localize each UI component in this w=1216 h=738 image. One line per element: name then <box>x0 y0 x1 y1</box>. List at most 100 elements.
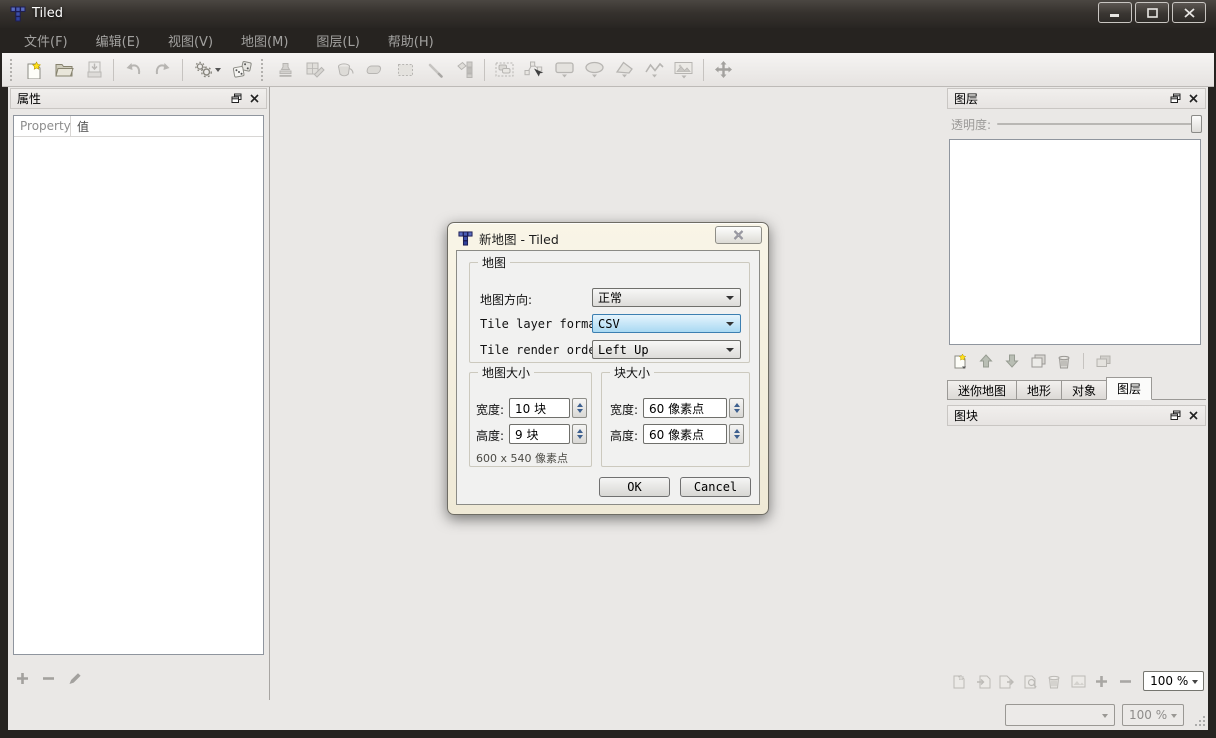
dialog-titlebar[interactable]: 新地图 - Tiled <box>458 229 559 248</box>
menu-edit[interactable]: 编辑(E) <box>82 28 154 53</box>
close-panel-button[interactable] <box>1186 92 1201 106</box>
ok-button[interactable]: OK <box>599 477 670 497</box>
slider-handle[interactable] <box>1191 115 1202 133</box>
cancel-button[interactable]: Cancel <box>680 477 751 497</box>
map-height-spinner[interactable]: 9 块 <box>509 424 587 444</box>
tileset-properties-icon <box>1024 675 1037 688</box>
float-panel-button[interactable] <box>229 92 244 106</box>
rectangular-select-button[interactable] <box>390 56 420 84</box>
tab-objects[interactable]: 对象 <box>1061 380 1108 400</box>
menu-file[interactable]: 文件(F) <box>10 28 82 53</box>
float-panel-button[interactable] <box>1168 409 1183 423</box>
import-tileset-button[interactable] <box>973 671 994 691</box>
float-panel-button[interactable] <box>1168 92 1183 106</box>
close-button[interactable] <box>1172 2 1206 23</box>
duplicate-layer-button[interactable] <box>1027 351 1049 371</box>
delete-layer-button[interactable] <box>1053 351 1075 371</box>
execute-commands-button[interactable] <box>187 56 227 84</box>
remove-property-button[interactable] <box>42 672 55 688</box>
insert-rectangle-button[interactable] <box>549 56 579 84</box>
menu-map[interactable]: 地图(M) <box>227 28 302 53</box>
lower-layer-button[interactable] <box>1001 351 1023 371</box>
spin-buttons[interactable] <box>572 424 587 444</box>
tile-render-order-select[interactable]: Left Up <box>592 340 741 359</box>
open-file-button[interactable] <box>49 56 79 84</box>
tile-height-value[interactable]: 60 像素点 <box>643 424 727 444</box>
magic-wand-button[interactable] <box>420 56 450 84</box>
pan-tool-button[interactable] <box>708 56 738 84</box>
map-width-spinner[interactable]: 10 块 <box>509 398 587 418</box>
orientation-select[interactable]: 正常 <box>592 288 741 307</box>
tile-height-spinner[interactable]: 60 像素点 <box>643 424 744 444</box>
bucket-fill-button[interactable] <box>330 56 360 84</box>
orientation-value: 正常 <box>598 291 623 305</box>
new-tileset-button[interactable] <box>949 671 970 691</box>
spin-buttons[interactable] <box>729 398 744 418</box>
close-panel-button[interactable] <box>1186 409 1201 423</box>
column-property[interactable]: Property <box>14 116 71 136</box>
insert-polyline-button[interactable] <box>639 56 669 84</box>
save-icon ico-dis <box>87 61 101 78</box>
close-panel-button[interactable] <box>247 92 262 106</box>
zoom-out-button[interactable] <box>1115 671 1136 691</box>
arrow-up-icon <box>979 354 993 368</box>
insert-ellipse-button[interactable] <box>579 56 609 84</box>
dropdown-arrow-icon <box>726 296 734 300</box>
select-objects-button[interactable] <box>489 56 519 84</box>
export-tileset-button[interactable] <box>997 671 1018 691</box>
new-map-button[interactable] <box>19 56 49 84</box>
highlight-layer-button[interactable] <box>1092 351 1114 371</box>
tab-terrains[interactable]: 地形 <box>1016 380 1063 400</box>
dialog-close-button[interactable] <box>715 226 762 244</box>
resize-grip[interactable] <box>1194 715 1206 727</box>
new-tileset-icon <box>953 673 965 688</box>
insert-polyline-icon <box>644 62 664 78</box>
tile-width-spinner[interactable]: 60 像素点 <box>643 398 744 418</box>
statusbar-layer-select[interactable] <box>1005 704 1115 726</box>
main-toolbar <box>2 53 1214 87</box>
redo-button[interactable] <box>148 56 178 84</box>
properties-table[interactable]: Property 值 <box>13 115 264 655</box>
menu-view[interactable]: 视图(V) <box>154 28 227 53</box>
raise-layer-button[interactable] <box>975 351 997 371</box>
statusbar: 100 % <box>8 700 1208 730</box>
minimize-button[interactable] <box>1098 2 1132 23</box>
opacity-slider[interactable] <box>997 115 1202 133</box>
tile-layer-format-select[interactable]: CSV <box>592 314 741 333</box>
tab-layers[interactable]: 图层 <box>1106 377 1153 400</box>
toolbar-drag-handle[interactable] <box>261 58 266 81</box>
insert-polygon-button[interactable] <box>609 56 639 84</box>
insert-tile-button[interactable] <box>669 56 699 84</box>
stamp-brush-button[interactable] <box>270 56 300 84</box>
statusbar-zoom-select[interactable]: 100 % <box>1122 704 1184 726</box>
menu-help[interactable]: 帮助(H) <box>374 28 448 53</box>
terrain-brush-button[interactable] <box>300 56 330 84</box>
map-height-value[interactable]: 9 块 <box>509 424 570 444</box>
save-file-button[interactable] <box>79 56 109 84</box>
edit-property-button[interactable] <box>68 672 82 688</box>
undo-button[interactable] <box>118 56 148 84</box>
new-layer-button[interactable] <box>949 351 971 371</box>
maximize-button[interactable] <box>1135 2 1169 23</box>
map-width-value[interactable]: 10 块 <box>509 398 570 418</box>
properties-table-header: Property 值 <box>14 116 263 137</box>
toolbar-drag-handle[interactable] <box>10 58 15 81</box>
edit-tileset-button[interactable] <box>1068 671 1089 691</box>
add-property-button[interactable] <box>16 672 29 688</box>
layer-opacity-row: 透明度: <box>951 113 1202 135</box>
delete-tileset-button[interactable] <box>1044 671 1065 691</box>
tileset-properties-button[interactable] <box>1020 671 1041 691</box>
edit-polygons-button[interactable] <box>519 56 549 84</box>
spin-buttons[interactable] <box>572 398 587 418</box>
column-value[interactable]: 值 <box>71 118 89 135</box>
random-mode-button[interactable] <box>227 56 257 84</box>
layers-list[interactable] <box>949 139 1201 345</box>
tileset-zoom-select[interactable]: 100 % <box>1143 671 1204 691</box>
tile-width-value[interactable]: 60 像素点 <box>643 398 727 418</box>
menu-layer[interactable]: 图层(L) <box>302 28 373 53</box>
eraser-button[interactable] <box>360 56 390 84</box>
zoom-in-button[interactable] <box>1092 671 1113 691</box>
tab-minimap[interactable]: 迷你地图 <box>947 380 1018 400</box>
select-same-tile-button[interactable] <box>450 56 480 84</box>
spin-buttons[interactable] <box>729 424 744 444</box>
